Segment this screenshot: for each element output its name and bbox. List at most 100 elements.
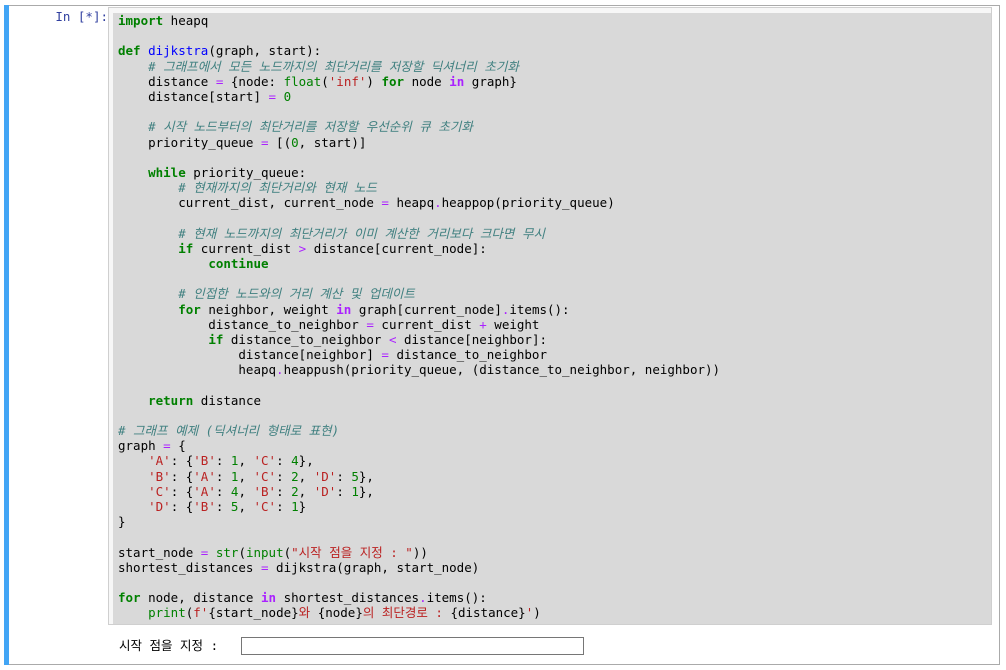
code-token: ) [533,605,541,621]
code-token: : { [170,453,194,469]
code-editor[interactable]: import heapq def dijkstra(graph, start):… [118,13,720,621]
code-token: distance[current_node]: [306,240,487,256]
code-token: items(): [509,301,570,317]
code-line: return distance [118,393,720,408]
code-token: : [215,483,231,499]
code-token: {start_node} [208,605,299,621]
code-line: # 그래프에서 모든 노드까지의 최단거리를 저장할 딕셔너리 초기화 [118,59,720,74]
code-line: # 그래프 예제 (딕셔너리 형태로 표현) [118,423,720,438]
code-line: for neighbor, weight in graph[current_no… [118,302,720,317]
code-token: = [163,438,171,454]
code-token: distance[start] [118,88,269,104]
code-token: dijkstra(graph, start_node) [268,559,480,575]
code-token: , [238,453,254,469]
code-line: priority_queue = [(0, start)] [118,135,720,150]
code-token: continue [208,256,269,271]
code-token: distance[neighbor] [118,347,382,363]
code-token: node [404,73,450,89]
code-token: if [208,331,224,347]
code-token: , [298,468,314,484]
code-line: graph = { [118,438,720,453]
code-token: return [148,392,194,408]
code-line: # 현재까지의 최단거리와 현재 노드 [118,180,720,195]
code-token: def [118,43,141,59]
code-token: : [276,468,292,484]
code-token: # 인접한 노드와의 거리 계산 및 업데이트 [178,286,415,302]
code-token: weight [486,316,540,332]
code-token: input [245,544,284,560]
code-line: while priority_queue: [118,165,720,180]
cell-prompt: In [*]: [55,9,108,24]
code-token: for [381,73,405,89]
code-token: "시작 점을 지정 : " [291,544,413,560]
code-token: graph[current_node] [351,301,502,317]
code-token: 2 [291,483,299,499]
code-token: ( [283,544,292,560]
code-token: in [336,301,352,317]
code-token: }, [358,468,374,484]
stdin-prompt: 시작 점을 지정 : [119,638,219,653]
code-token: shortest_distances [276,590,420,606]
code-token: : [215,453,231,469]
code-line: def dijkstra(graph, start): [118,43,720,58]
code-token: 0 [283,88,292,104]
code-token: neighbor, weight [200,301,337,317]
code-token: # 시작 노드부터의 최단거리를 저장할 우선순위 큐 초기화 [148,119,473,135]
code-token: : [276,499,292,514]
code-token: , [238,468,254,484]
code-line: continue [118,256,720,271]
code-token: graph [118,438,164,454]
code-token: node, distance [140,590,261,606]
code-token: + [479,316,487,332]
code-token: graph} [464,73,517,89]
code-token: }, [358,483,374,499]
code-token: : [215,468,231,484]
code-line: # 인접한 노드와의 거리 계산 및 업데이트 [118,286,720,301]
code-line: start_node = str(input("시작 점을 지정 : ")) [118,545,720,560]
code-token: 'inf' [328,73,367,89]
code-line: 'C': {'A': 4, 'B': 2, 'D': 1}, [118,484,720,499]
code-token: for [118,590,141,606]
code-token: {node} [317,605,363,621]
code-line: distance = {node: float('inf') for node … [118,74,720,89]
code-token: = [366,316,374,332]
code-token: heapq [163,13,209,28]
code-token: shortest_distances [118,559,261,575]
code-line: # 시작 노드부터의 최단거리를 저장할 우선순위 큐 초기화 [118,119,720,134]
code-token: current_dist, current_node [118,195,382,211]
code-token: print [148,605,186,621]
code-token: } [298,499,307,514]
code-token: . [276,362,284,378]
code-token: : [276,453,292,469]
code-token: , [298,483,314,499]
code-token: (graph, start): [208,43,322,59]
stdin-input[interactable] [241,637,584,655]
code-line: 'D': {'B': 5, 'C': 1} [118,499,720,514]
code-token: import [118,13,164,28]
code-token: in [261,590,277,606]
code-token: 'B' [253,483,277,499]
code-token: : [336,483,352,499]
code-token: while [148,164,186,180]
code-token: 'D' [148,499,171,514]
code-token: distance_to_neighbor [223,331,389,347]
code-token: ( [321,73,329,89]
code-line: for node, distance in shortest_distances… [118,590,720,605]
code-token: 의 최단경로 : [362,605,451,621]
code-token: heappush(priority_queue, (distance_to_ne… [283,362,721,378]
